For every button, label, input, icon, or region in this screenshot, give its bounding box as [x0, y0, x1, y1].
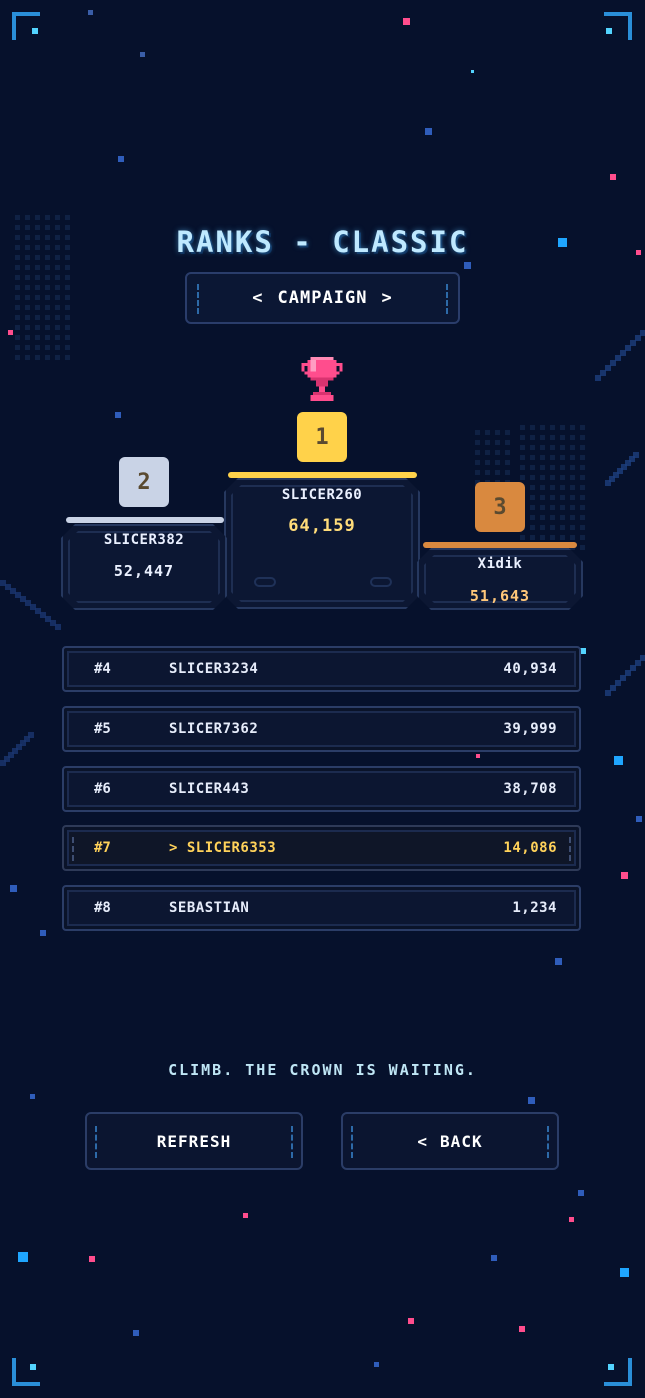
leaderboard-row-current-player: #7 > SLICER6353 14,086	[62, 825, 581, 871]
row-player-name: SEBASTIAN	[169, 900, 250, 916]
podium-third: Xidik 51,643	[417, 548, 583, 610]
row-rank: #6	[94, 781, 111, 797]
starfield-background	[0, 0, 645, 1398]
row-player-name: SLICER443	[169, 781, 250, 797]
tagline: CLIMB. THE CROWN IS WAITING.	[168, 1061, 477, 1079]
row-rank: #4	[94, 661, 111, 677]
podium-bar-first	[228, 472, 417, 478]
chevron-left-icon[interactable]: <	[252, 288, 263, 308]
row-rank: #7	[94, 840, 111, 856]
refresh-button-label: REFRESH	[156, 1131, 232, 1151]
row-score: 39,999	[503, 721, 557, 737]
row-score: 40,934	[503, 661, 557, 677]
row-score: 38,708	[503, 781, 557, 797]
row-player-name: SLICER7362	[169, 721, 259, 737]
corner-bottom-left-icon	[12, 1358, 40, 1386]
chevron-left-icon: <	[417, 1131, 429, 1151]
podium-third-name: Xidik	[477, 556, 523, 572]
rank-badge-second: 2	[119, 457, 169, 507]
corner-bottom-right-icon	[604, 1358, 632, 1386]
leaderboard-row: #5 SLICER7362 39,999	[62, 706, 581, 752]
mode-selector-button[interactable]: < CAMPAIGN >	[185, 272, 460, 324]
podium-bar-second	[66, 517, 224, 523]
page-title: RANKS - CLASSIC	[176, 225, 469, 259]
back-button[interactable]: < BACK	[341, 1112, 559, 1170]
trophy-icon	[301, 357, 343, 401]
row-player-name: SLICER3234	[169, 661, 259, 677]
leaderboard-row: #4 SLICER3234 40,934	[62, 646, 581, 692]
row-score: 14,086	[503, 840, 557, 856]
podium-third-score: 51,643	[469, 587, 531, 605]
podium-first-name: SLICER260	[281, 487, 363, 503]
corner-top-left-icon	[12, 12, 40, 40]
podium-first: SLICER260 64,159	[224, 478, 420, 609]
leaderboard-row: #8 SEBASTIAN 1,234	[62, 885, 581, 931]
podium-second: SLICER382 52,447	[61, 524, 227, 610]
leaderboard-row: #6 SLICER443 38,708	[62, 766, 581, 812]
chevron-right-icon[interactable]: >	[381, 288, 392, 308]
row-rank: #5	[94, 721, 111, 737]
refresh-button[interactable]: REFRESH	[85, 1112, 303, 1170]
row-rank: #8	[94, 900, 111, 916]
podium-second-name: SLICER382	[103, 532, 185, 548]
rank-badge-third: 3	[475, 482, 525, 532]
back-button-label: BACK	[440, 1131, 483, 1151]
row-score: 1,234	[512, 900, 557, 916]
podium-second-score: 52,447	[113, 562, 175, 580]
corner-top-right-icon	[604, 12, 632, 40]
rank-badge-first: 1	[297, 412, 347, 462]
mode-selector-label: CAMPAIGN	[277, 288, 368, 308]
podium-first-score: 64,159	[288, 516, 356, 536]
podium-bar-third	[423, 542, 577, 548]
row-player-name: > SLICER6353	[169, 840, 277, 856]
